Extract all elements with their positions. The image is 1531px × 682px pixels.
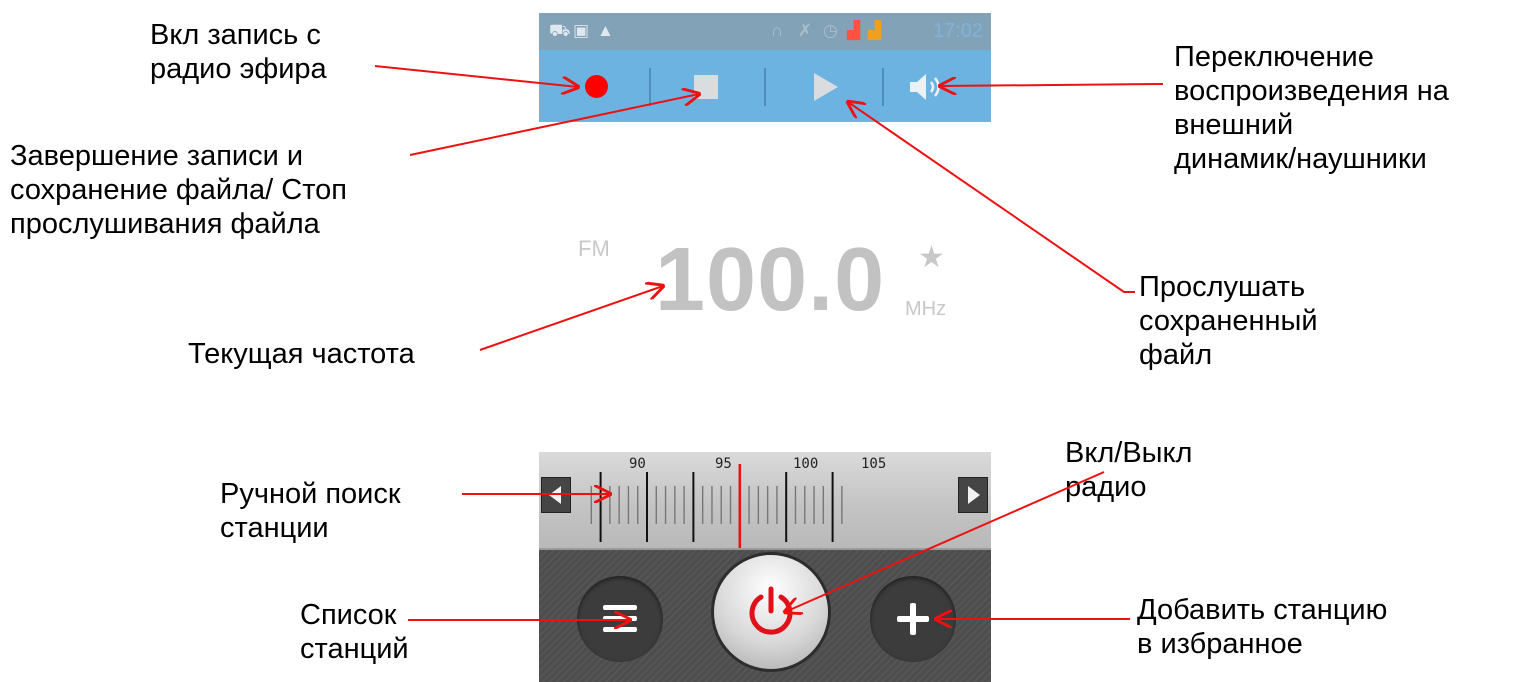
dial-scale — [590, 464, 843, 548]
image-icon: ▣ — [573, 21, 590, 40]
clock: 17:02 — [932, 20, 983, 42]
annotation-stop: Завершение записи и сохранение файла/ Ст… — [10, 140, 348, 240]
annotation-station-list: Список станций — [300, 599, 409, 665]
headset-icon: ∩ — [771, 21, 784, 40]
frequency-unit: MHz — [905, 298, 947, 320]
star-icon[interactable]: ★ — [918, 240, 945, 275]
annotation-add-favorite: Добавить станцию в избранное — [1137, 594, 1388, 660]
add-favorite-button[interactable] — [870, 576, 956, 662]
status-bar: ⛟ ▣ ▲ ∩ ✗ ◷ ▟ ▟ 17:02 — [539, 13, 991, 50]
annotation-speaker: Переключение воспроизведения на внешний … — [1174, 41, 1449, 175]
annotation-record: Вкл запись с радио эфира — [150, 19, 327, 85]
power-button[interactable] — [714, 555, 828, 669]
seek-down-button[interactable] — [541, 477, 571, 513]
toolbar-divider — [764, 68, 766, 106]
signal-sim1-icon: ▟ — [847, 21, 861, 40]
speaker-icon[interactable] — [906, 71, 946, 103]
annotation-play: Прослушать сохраненный файл — [1139, 271, 1318, 371]
arrow-frequency — [479, 286, 663, 351]
record-icon[interactable] — [585, 75, 608, 98]
play-icon[interactable] — [814, 73, 838, 101]
mute-icon: ✗ — [798, 21, 813, 40]
annotation-manual-search: Ручной поиск станции — [220, 478, 401, 544]
station-list-button[interactable] — [577, 576, 663, 662]
tuning-dial[interactable]: 90 95 100 105 — [539, 452, 991, 550]
band-label: FM — [578, 236, 610, 261]
toolbar-divider — [649, 68, 651, 106]
car-icon: ⛟ — [549, 21, 571, 40]
signal-sim2-icon: ▟ — [868, 21, 882, 40]
current-frequency: 100.0 — [655, 230, 886, 330]
stop-icon[interactable] — [694, 75, 718, 99]
arrow-left-icon — [549, 486, 561, 504]
power-icon — [749, 586, 793, 635]
arrow-play — [848, 102, 1135, 293]
station-list-icon — [603, 605, 637, 632]
toolbar-divider — [882, 68, 884, 106]
annotation-power: Вкл/Выкл радио — [1065, 437, 1193, 503]
alarm-icon: ◷ — [823, 21, 838, 40]
annotation-frequency: Текущая частота — [188, 338, 415, 370]
arrow-right-icon — [968, 486, 980, 504]
warning-icon: ▲ — [597, 21, 614, 40]
add-favorite-icon — [897, 603, 929, 635]
seek-up-button[interactable] — [958, 477, 988, 513]
